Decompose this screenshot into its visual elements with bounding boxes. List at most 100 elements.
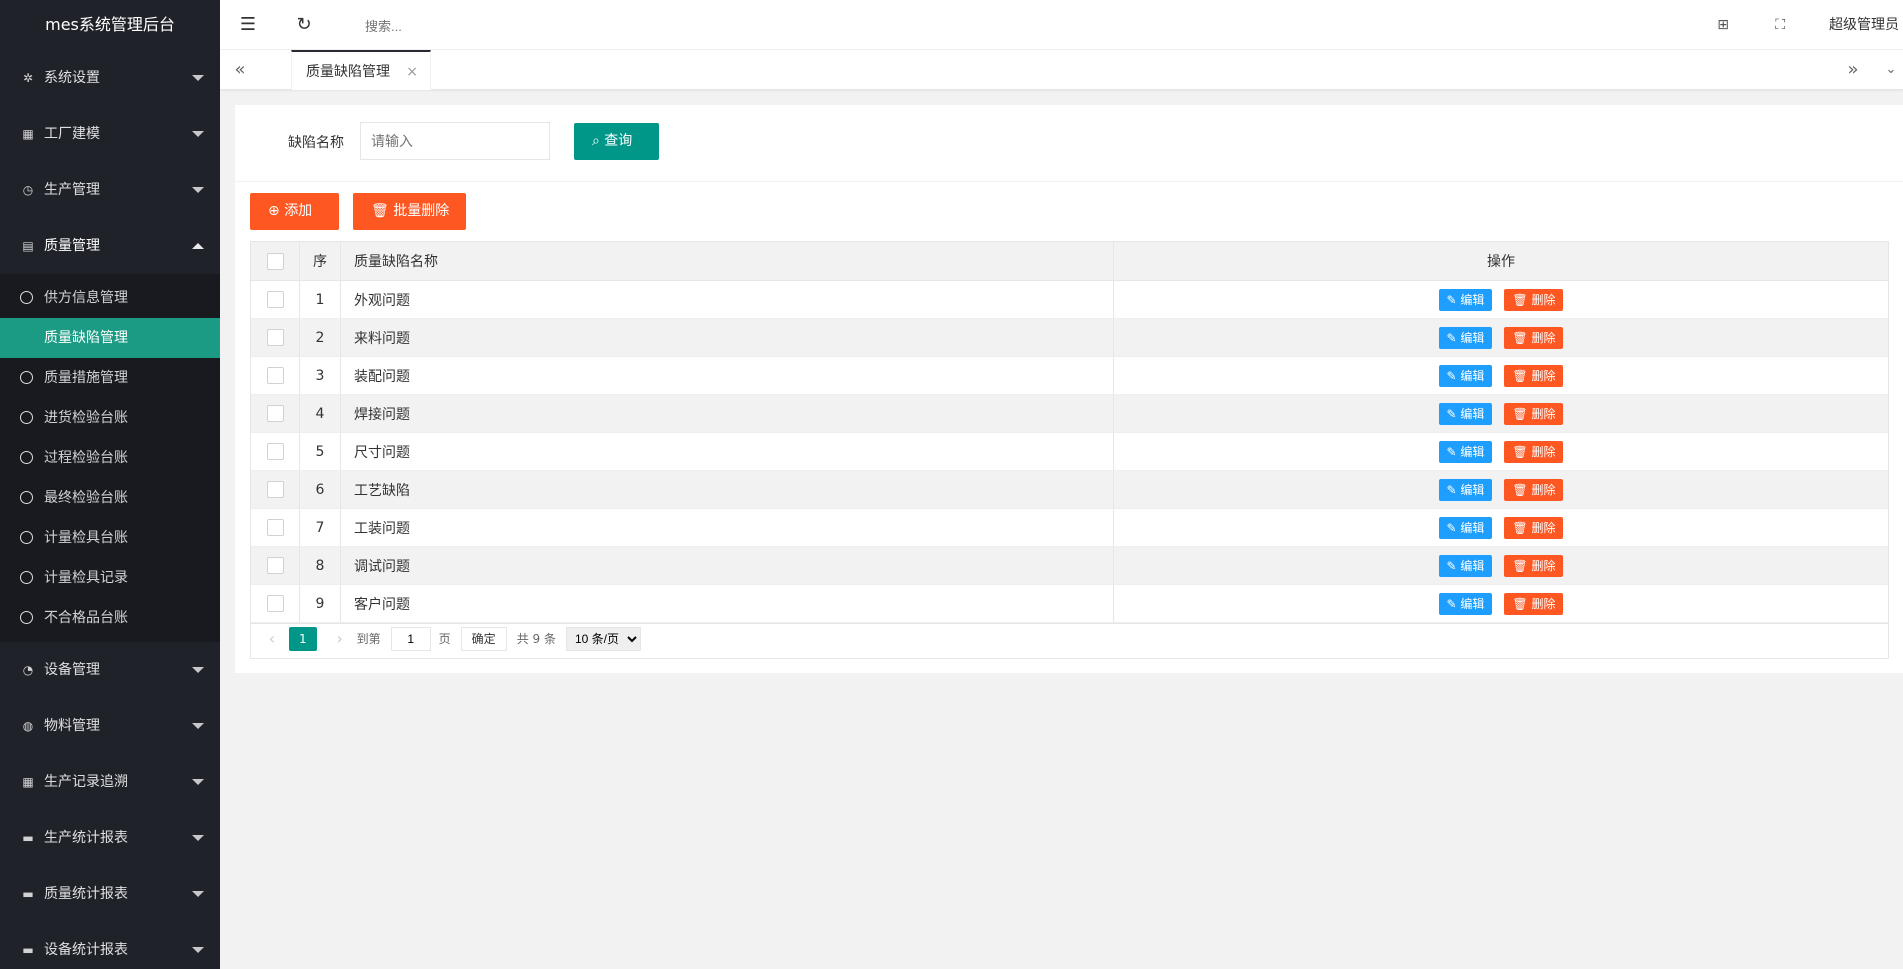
page-size-select[interactable]: 10 条/页 xyxy=(565,626,641,651)
row-checkbox[interactable] xyxy=(266,291,284,308)
delete-button[interactable]: 🗑 删除 xyxy=(1504,402,1564,425)
sidebar-subitem-5[interactable]: 最终检验台账 xyxy=(0,478,220,518)
pencil-icon: ✎ xyxy=(1446,444,1461,459)
table-row: 2 来料问题 ✎ 编辑 🗑 删除 xyxy=(251,319,1888,357)
edit-button[interactable]: ✎ 编辑 xyxy=(1438,402,1493,425)
edit-button[interactable]: ✎ 编辑 xyxy=(1438,364,1493,387)
sidebar-group-lower-5[interactable]: ▬ 设备统计报表 xyxy=(0,922,220,969)
main-content-card: 缺陷名称 ⌕ 查询 ⊕ 添加 🗑 批量删除 序 质量缺陷名称 操作 1外观问题✎… xyxy=(235,105,1903,673)
circle-icon xyxy=(20,491,33,504)
sidebar-subitem-label: 供方信息管理 xyxy=(44,290,128,306)
refresh-icon[interactable]: ↻ xyxy=(276,0,332,50)
sidebar-group-3[interactable]: ▤ 质量管理 xyxy=(0,218,220,274)
header-actions: 操作 xyxy=(1487,254,1515,270)
delete-button[interactable]: 🗑 删除 xyxy=(1504,364,1564,387)
edit-button[interactable]: ✎ 编辑 xyxy=(1438,478,1493,501)
sidebar-subitem-6[interactable]: 计量检具台账 xyxy=(0,518,220,558)
select-all-cell xyxy=(251,242,300,280)
tab-quality-defect[interactable]: 质量缺陷管理 × xyxy=(291,50,431,90)
row-checkbox[interactable] xyxy=(266,405,284,422)
sidebar-group-0[interactable]: ✲ 系统设置 xyxy=(0,50,220,106)
sidebar-subitem-4[interactable]: 过程检验台账 xyxy=(0,438,220,478)
sidebar-group-lower-1[interactable]: ◍ 物料管理 xyxy=(0,698,220,754)
total-count: 共 9 条 xyxy=(516,632,556,646)
edit-button[interactable]: ✎ 编辑 xyxy=(1438,288,1493,311)
add-button[interactable]: ⊕ 添加 xyxy=(250,193,339,230)
user-menu[interactable]: 超级管理员 xyxy=(1829,0,1899,50)
row-defect-name: 来料问题 xyxy=(341,319,1114,356)
apps-icon[interactable]: ⊞ xyxy=(1717,0,1729,50)
delete-button[interactable]: 🗑 删除 xyxy=(1504,554,1564,577)
sidebar-subitem-3[interactable]: 进货检验台账 xyxy=(0,398,220,438)
fullscreen-icon[interactable]: ⛶ xyxy=(1775,0,1785,50)
batch-delete-button[interactable]: 🗑 批量删除 xyxy=(353,193,466,230)
row-checkbox[interactable] xyxy=(266,595,284,612)
row-checkbox[interactable] xyxy=(266,329,284,346)
delete-button[interactable]: 🗑 删除 xyxy=(1504,516,1564,539)
sidebar-group-lower-2[interactable]: ▦ 生产记录追溯 xyxy=(0,754,220,810)
sidebar-group-lower-4[interactable]: ▬ 质量统计报表 xyxy=(0,866,220,922)
caret-down-icon xyxy=(192,835,204,841)
edit-button[interactable]: ✎ 编辑 xyxy=(1438,326,1493,349)
current-page-button[interactable]: 1 xyxy=(289,626,317,651)
tabs-scroll-left-icon[interactable]: « xyxy=(220,50,260,90)
row-checkbox[interactable] xyxy=(266,481,284,498)
trash-icon: 🗑 xyxy=(1512,482,1532,497)
sidebar-group-lower-3[interactable]: ▬ 生产统计报表 xyxy=(0,810,220,866)
sidebar-group-1[interactable]: ▦ 工厂建模 xyxy=(0,106,220,162)
tabs-scroll-right-icon[interactable]: » xyxy=(1833,50,1873,90)
prev-page-icon[interactable]: ‹ xyxy=(263,629,281,648)
row-checkbox[interactable] xyxy=(266,557,284,574)
row-checkbox[interactable] xyxy=(266,367,284,384)
row-checkbox[interactable] xyxy=(266,443,284,460)
select-all-checkbox[interactable] xyxy=(266,252,284,270)
delete-button[interactable]: 🗑 删除 xyxy=(1504,440,1564,463)
global-search-input[interactable] xyxy=(365,13,565,39)
delete-button[interactable]: 🗑 删除 xyxy=(1504,326,1564,349)
delete-button[interactable]: 🗑 删除 xyxy=(1504,592,1564,615)
table-row: 8 调试问题 ✎ 编辑 🗑 删除 xyxy=(251,547,1888,585)
next-page-icon[interactable]: › xyxy=(331,629,349,648)
search-form: 缺陷名称 ⌕ 查询 xyxy=(235,105,1903,182)
sidebar-subitem-label: 计量检具台账 xyxy=(44,530,128,546)
pencil-icon: ✎ xyxy=(1446,368,1461,383)
table-body: 1 外观问题 ✎ 编辑 🗑 删除 2 来料问题 ✎ 编辑 🗑 删除 3 装配问题 ✎ 编辑 🗑 删除 4… xyxy=(251,281,1888,623)
sidebar-subitem-8[interactable]: 不合格品台账 xyxy=(0,598,220,638)
sidebar-subitem-0[interactable]: 供方信息管理 xyxy=(0,278,220,318)
trash-icon: 🗑 xyxy=(1512,596,1532,611)
sidebar-subitem-7[interactable]: 计量检具记录 xyxy=(0,558,220,598)
grid-icon: ▦ xyxy=(22,775,34,789)
pencil-icon: ✎ xyxy=(1446,596,1461,611)
row-checkbox[interactable] xyxy=(266,519,284,536)
pencil-icon: ✎ xyxy=(1446,482,1461,497)
delete-button[interactable]: 🗑 删除 xyxy=(1504,478,1564,501)
query-button[interactable]: ⌕ 查询 xyxy=(574,123,659,160)
goto-label: 到第 xyxy=(356,632,381,646)
sidebar-group-lower-0[interactable]: ◔ 设备管理 xyxy=(0,642,220,698)
sidebar-group-label: 设备管理 xyxy=(44,662,100,678)
sidebar-group-2[interactable]: ◷ 生产管理 xyxy=(0,162,220,218)
sidebar-subitem-1[interactable]: 质量缺陷管理 xyxy=(0,318,220,358)
delete-button[interactable]: 🗑 删除 xyxy=(1504,288,1564,311)
row-actions: ✎ 编辑 🗑 删除 xyxy=(1114,395,1888,432)
goto-page-input[interactable] xyxy=(390,626,431,651)
trash-icon: 🗑 xyxy=(1512,406,1532,421)
row-actions: ✎ 编辑 🗑 删除 xyxy=(1114,547,1888,584)
pencil-icon: ✎ xyxy=(1446,520,1461,535)
collapse-sidebar-icon[interactable]: ☰ xyxy=(220,0,276,50)
edit-button[interactable]: ✎ 编辑 xyxy=(1438,440,1493,463)
row-actions: ✎ 编辑 🗑 删除 xyxy=(1114,471,1888,508)
batch-delete-label: 批量删除 xyxy=(393,203,450,219)
tabs-bar: « 质量缺陷管理 × » ⌄ xyxy=(220,50,1903,90)
goto-confirm-button[interactable]: 确定 xyxy=(460,626,507,651)
edit-button[interactable]: ✎ 编辑 xyxy=(1438,554,1493,577)
add-button-label: 添加 xyxy=(284,203,313,219)
tab-close-icon[interactable]: × xyxy=(406,52,418,92)
edit-button[interactable]: ✎ 编辑 xyxy=(1438,516,1493,539)
row-defect-name: 客户问题 xyxy=(341,585,1114,622)
sidebar-subitem-2[interactable]: 质量措施管理 xyxy=(0,358,220,398)
dashboard-icon: ◔ xyxy=(22,663,34,677)
edit-button[interactable]: ✎ 编辑 xyxy=(1438,592,1493,615)
tabs-dropdown-icon[interactable]: ⌄ xyxy=(1871,50,1903,90)
defect-name-input[interactable] xyxy=(360,122,550,160)
